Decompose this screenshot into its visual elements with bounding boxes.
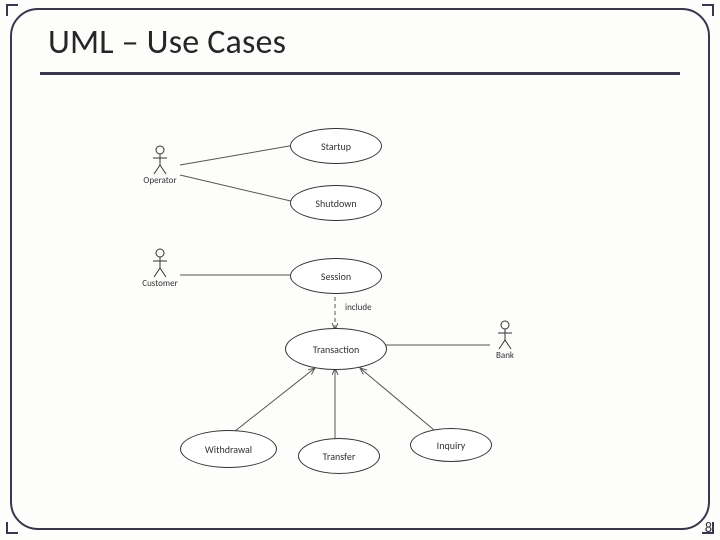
page-number: 8	[705, 519, 712, 536]
corner-bottom-left	[6, 522, 18, 534]
usecase-transfer: Transfer	[298, 438, 380, 474]
usecase-inquiry: Inquiry	[410, 428, 492, 462]
stickman-icon	[151, 248, 169, 278]
slide: UML – Use Cases	[0, 0, 720, 540]
usecase-withdrawal-label: Withdrawal	[205, 443, 252, 456]
usecase-startup-label: Startup	[321, 140, 351, 153]
usecase-diagram: Operator Customer Bank Sta	[120, 120, 620, 500]
usecase-inquiry-label: Inquiry	[437, 439, 466, 452]
actor-operator-label: Operator	[140, 175, 180, 186]
actor-customer-label: Customer	[140, 278, 180, 289]
stickman-icon	[496, 320, 514, 350]
corner-top-right	[702, 4, 714, 16]
actor-bank: Bank	[485, 320, 525, 361]
corner-top-left	[6, 4, 18, 16]
usecase-withdrawal: Withdrawal	[180, 430, 277, 468]
stickman-icon	[151, 145, 169, 175]
relation-include-label: include	[345, 302, 372, 313]
usecase-session-label: Session	[321, 270, 351, 283]
usecase-startup: Startup	[290, 128, 382, 164]
actor-customer: Customer	[140, 248, 180, 289]
usecase-shutdown: Shutdown	[290, 185, 382, 221]
usecase-transaction-label: Transaction	[313, 343, 360, 356]
title-underline	[40, 72, 680, 75]
usecase-shutdown-label: Shutdown	[315, 197, 356, 210]
usecase-session: Session	[290, 258, 382, 294]
usecase-transfer-label: Transfer	[323, 450, 356, 463]
actor-operator: Operator	[140, 145, 180, 186]
actor-bank-label: Bank	[485, 350, 525, 361]
usecase-transaction: Transaction	[285, 328, 387, 370]
slide-title: UML – Use Cases	[48, 22, 286, 63]
